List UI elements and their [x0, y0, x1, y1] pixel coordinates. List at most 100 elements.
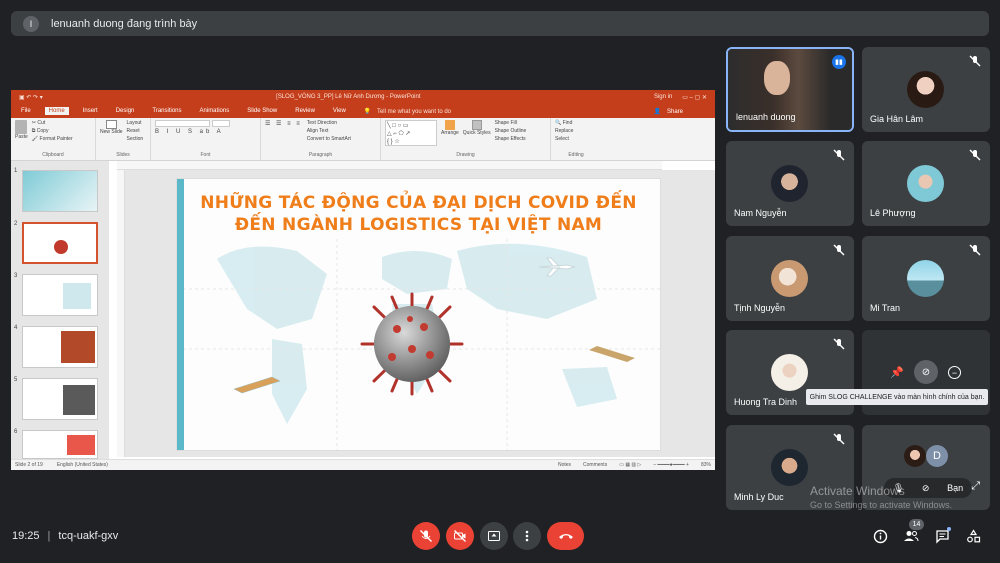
mic-toggle-button[interactable] [412, 522, 440, 550]
participant-tile[interactable]: Lê Phượng [862, 141, 990, 226]
new-slide-button[interactable]: New Slide [100, 120, 123, 142]
participants-count-badge: 14 [909, 519, 924, 530]
mic-off-icon [969, 244, 981, 256]
tab-file[interactable]: File [17, 107, 35, 115]
window-controls-icon[interactable]: ▭ – ▢ ✕ [682, 94, 707, 101]
thumb-number: 1 [14, 168, 18, 174]
slide-thumbnail-selected[interactable] [22, 222, 98, 264]
font-format-icons[interactable]: B I U S ab A [155, 129, 256, 135]
paragraph-format-icons[interactable]: ☰ ☰ ≡ ≡ [265, 120, 302, 142]
paste-label: Paste [15, 134, 28, 140]
reset-button[interactable]: Reset [127, 128, 144, 134]
presenter-face [764, 61, 790, 95]
tab-insert[interactable]: Insert [79, 107, 102, 115]
shape-outline-button[interactable]: Shape Outline [495, 128, 527, 134]
shape-effects-button[interactable]: Shape Effects [495, 136, 527, 142]
zoom-slider[interactable]: – ━━━━●━━━━ + [653, 462, 689, 468]
participant-name: Mi Tran [870, 303, 901, 313]
chat-button[interactable] [933, 527, 951, 545]
shapes-gallery[interactable]: ╲ □ ○ ▭ △ ⌐ ⬠ ↗{ } ☆ [385, 120, 437, 146]
mute-participant-icon[interactable]: ⊘ [914, 360, 938, 384]
slide-thumbnail[interactable] [22, 378, 98, 420]
camera-off-icon[interactable]: ⊘ [922, 483, 930, 494]
leave-call-button[interactable] [547, 522, 584, 550]
ppt-status-bar: Slide 2 of 19 English (United States) No… [11, 459, 715, 470]
current-time: 19:25 [12, 530, 40, 542]
share-button[interactable]: 👤 Share [650, 107, 691, 116]
meeting-info-button[interactable] [871, 527, 889, 545]
mic-off-icon [969, 55, 981, 67]
font-name-box[interactable] [155, 120, 210, 127]
participant-tile[interactable]: Gia Hân Lâm [862, 47, 990, 132]
avatar [907, 71, 944, 108]
expand-icon[interactable]: ⤢ [971, 480, 980, 493]
self-label: Bạn [947, 483, 964, 493]
slide-thumbnail[interactable] [22, 170, 98, 212]
slide-title-line2: ĐẾN NGÀNH LOGISTICS TẠI VIỆT NAM [234, 215, 603, 235]
camera-toggle-button[interactable] [446, 522, 474, 550]
tab-slide-show[interactable]: Slide Show [243, 107, 281, 115]
avatar [907, 165, 944, 202]
convert-smartart-button[interactable]: Convert to SmartArt [307, 136, 351, 142]
slide-thumbnail[interactable] [22, 430, 98, 459]
sign-in-link[interactable]: Sign in [654, 94, 672, 101]
ppt-ribbon-tabs: File Home Insert Design Transitions Anim… [11, 104, 715, 118]
self-avatar: D [926, 445, 948, 467]
format-painter-button[interactable]: 🖌 Format Painter [32, 136, 73, 142]
present-screen-button[interactable] [480, 522, 508, 550]
mic-off-icon [833, 338, 845, 350]
text-direction-button[interactable]: Text Direction [307, 120, 351, 126]
tab-design[interactable]: Design [112, 107, 139, 115]
participant-name: Lê Phượng [870, 208, 916, 218]
align-text-button[interactable]: Align Text [307, 128, 351, 134]
participant-tile-presenter[interactable]: ▮▮ lenuanh duong [726, 47, 854, 132]
quick-styles-button[interactable]: Quick Styles [463, 120, 491, 146]
slide-thumbnail[interactable] [22, 326, 98, 368]
arrange-button[interactable]: Arrange [441, 120, 459, 146]
presenting-banner: l lenuanh duong đang trình bày [11, 11, 989, 36]
tab-home[interactable]: Home [44, 107, 69, 115]
pin-icon[interactable]: 📌 [890, 366, 904, 380]
activate-windows-subtitle: Go to Settings to activate Windows. [810, 500, 953, 510]
shape-fill-button[interactable]: Shape Fill [495, 120, 527, 126]
find-button[interactable]: 🔍 Find [555, 120, 597, 126]
tell-me-search[interactable]: 💡 Tell me what you want to do [360, 107, 459, 116]
coronavirus-illustration [360, 292, 464, 396]
layout-button[interactable]: Layout [127, 120, 144, 126]
thumb-number: 6 [14, 429, 18, 435]
participant-tile[interactable]: Mi Tran [862, 236, 990, 321]
share-label: Share [666, 108, 683, 115]
participant-tile[interactable]: Tịnh Nguyễn [726, 236, 854, 321]
paragraph-group-label: Paragraph [308, 152, 333, 158]
section-button[interactable]: Section [127, 136, 144, 142]
cut-button[interactable]: ✂ Cut [32, 120, 73, 126]
mic-off-icon [420, 530, 432, 542]
slide-thumbnail-pane: 1 2 3 4 5 6 [11, 161, 109, 459]
view-icons[interactable]: ▭ ▦ ▥ ▷ [619, 462, 641, 468]
tab-view[interactable]: View [329, 107, 350, 115]
copy-label: Copy [36, 128, 49, 134]
slide-thumbnail[interactable] [22, 274, 98, 316]
replace-button[interactable]: Replace [555, 128, 597, 134]
vertical-ruler [117, 170, 125, 457]
tab-review[interactable]: Review [291, 107, 319, 115]
select-button[interactable]: Select [555, 136, 597, 142]
more-options-button[interactable] [513, 522, 541, 550]
participant-name: lenuanh duong [736, 112, 796, 122]
comments-button[interactable]: Comments [583, 462, 607, 468]
copy-button[interactable]: ⧉ Copy [32, 128, 73, 134]
participant-name: Nam Nguyễn [734, 208, 787, 218]
remove-participant-icon[interactable]: − [948, 366, 961, 379]
notes-button[interactable]: Notes [558, 462, 571, 468]
font-size-box[interactable] [212, 120, 230, 127]
paste-button[interactable]: Paste [15, 120, 28, 142]
tab-animations[interactable]: Animations [196, 107, 234, 115]
meeting-code[interactable]: tcq-uakf-gxv [58, 530, 118, 542]
info-icon [873, 529, 887, 543]
participant-tile[interactable]: Nam Nguyễn [726, 141, 854, 226]
tab-transitions[interactable]: Transitions [148, 107, 185, 115]
chat-notification-dot [947, 527, 951, 531]
current-slide[interactable]: NHỮNG TÁC ĐỘNG CỦA ĐẠI DỊCH COVID ĐẾN ĐẾ… [176, 178, 661, 451]
activities-button[interactable] [964, 527, 982, 545]
presenter-avatar: l [23, 15, 39, 32]
